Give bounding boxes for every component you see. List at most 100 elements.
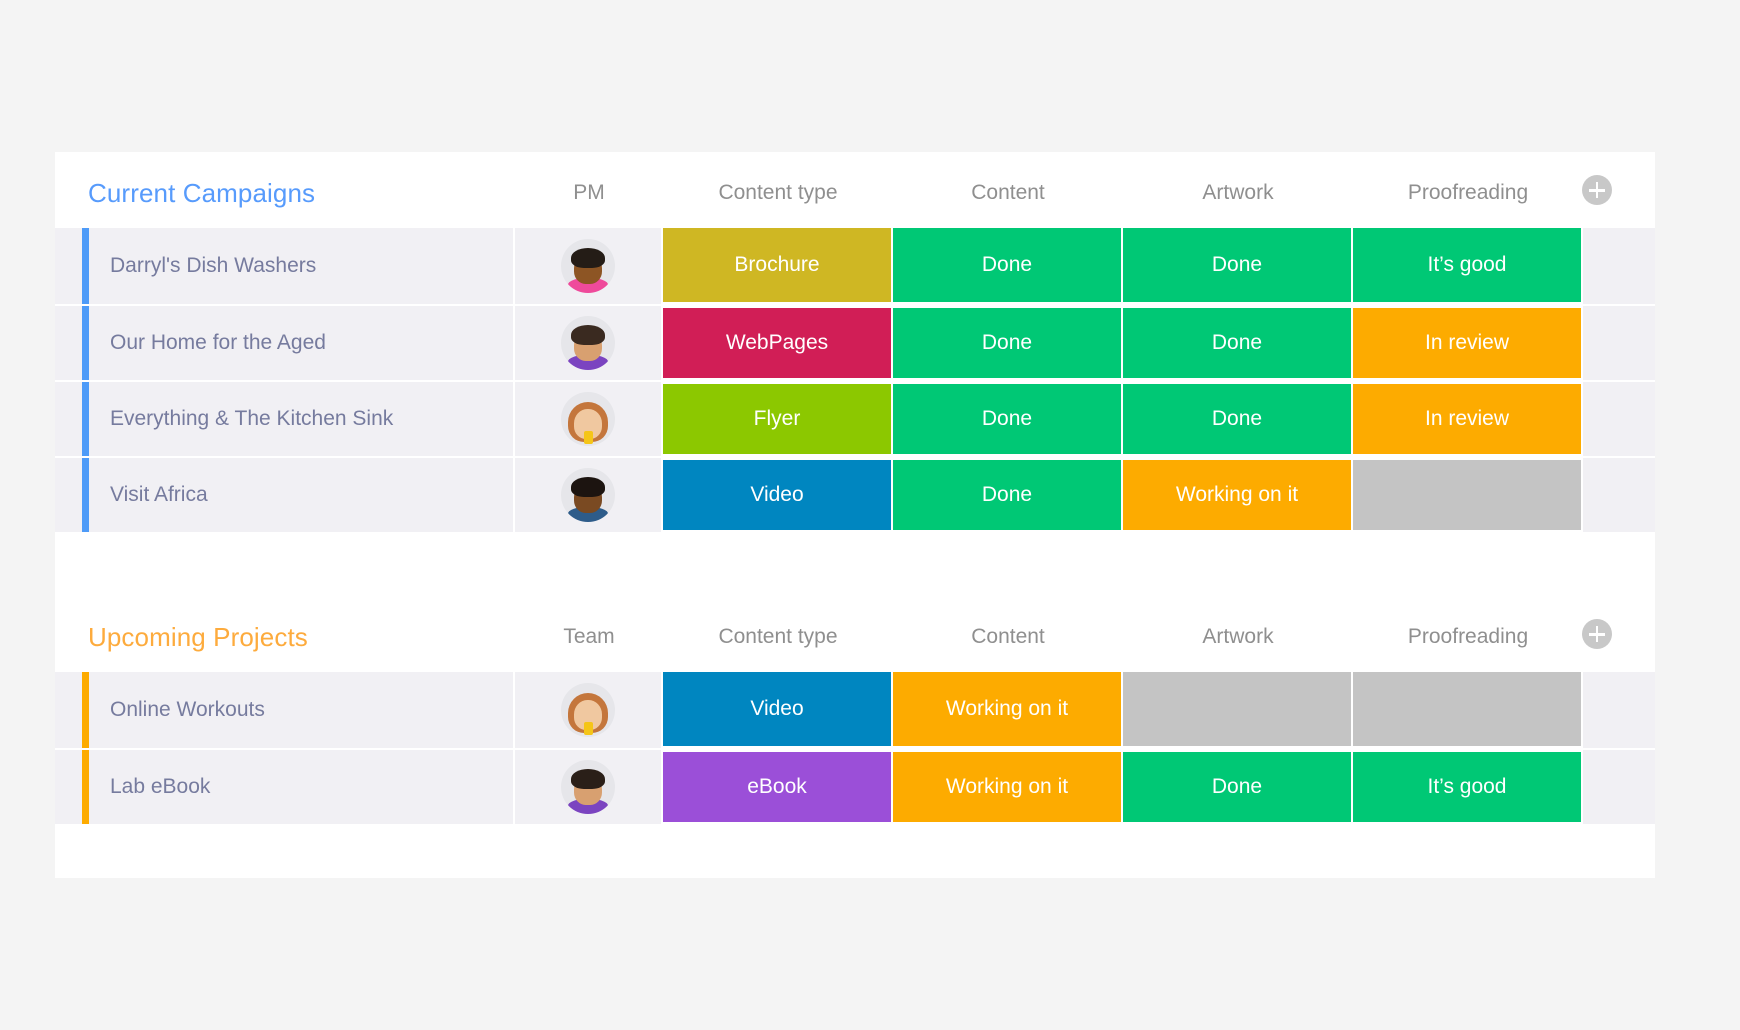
cell-content-type[interactable]: Video — [663, 672, 893, 748]
cell-content[interactable]: Working on it — [893, 672, 1123, 748]
column-header-artwork[interactable]: Artwork — [1123, 180, 1353, 206]
board-canvas: Current Campaigns PM Content type Conten… — [55, 152, 1655, 878]
cell-proofreading[interactable]: It’s good — [1353, 750, 1583, 824]
row-person-cell[interactable] — [515, 228, 663, 304]
cell-artwork[interactable] — [1123, 672, 1353, 748]
row-person-cell[interactable] — [515, 306, 663, 380]
cell-label: In review — [1424, 407, 1510, 430]
cell-label: Done — [1211, 775, 1263, 798]
column-header-content-type[interactable]: Content type — [663, 180, 893, 206]
avatar — [561, 683, 615, 737]
cell-label: Video — [750, 483, 804, 506]
row-tail-cell[interactable] — [1583, 228, 1655, 304]
row-person-cell[interactable] — [515, 382, 663, 456]
cell-label: eBook — [747, 775, 807, 798]
column-header-person[interactable]: Team — [515, 624, 663, 650]
cell-label: Done — [981, 331, 1033, 354]
cell-label: WebPages — [725, 331, 829, 354]
column-header-proofreading[interactable]: Proofreading — [1353, 624, 1583, 650]
column-header-content[interactable]: Content — [893, 624, 1123, 650]
cell-label: Video — [750, 697, 804, 720]
row-name-cell[interactable]: Everything & The Kitchen Sink — [89, 382, 515, 456]
table-row[interactable]: Online Workouts Video Working on it — [55, 672, 1655, 748]
cell-label: Flyer — [753, 407, 801, 430]
column-header-artwork[interactable]: Artwork — [1123, 624, 1353, 650]
cell-content[interactable]: Done — [893, 306, 1123, 380]
cell-proofreading[interactable] — [1353, 672, 1583, 748]
row-tail-cell[interactable] — [1583, 672, 1655, 748]
cell-proofreading[interactable]: In review — [1353, 306, 1583, 380]
cell-content[interactable]: Done — [893, 228, 1123, 304]
cell-content[interactable]: Done — [893, 458, 1123, 532]
cell-content[interactable]: Done — [893, 382, 1123, 456]
avatar-hair — [571, 248, 605, 268]
row-name-label: Our Home for the Aged — [110, 331, 326, 354]
avatar — [561, 468, 615, 522]
row-name-cell[interactable]: Online Workouts — [89, 672, 515, 748]
group-title[interactable]: Current Campaigns — [88, 178, 315, 208]
board-group-current-campaigns: Current Campaigns PM Content type Conten… — [55, 152, 1655, 532]
cell-proofreading[interactable] — [1353, 458, 1583, 532]
group-header: Current Campaigns PM Content type Conten… — [55, 152, 1655, 228]
column-header-content-type[interactable]: Content type — [663, 624, 893, 650]
table-row[interactable]: Lab eBook eBook Working on it Done It’s … — [55, 748, 1655, 824]
row-tail-cell[interactable] — [1583, 382, 1655, 456]
cell-content-type[interactable]: Flyer — [663, 382, 893, 456]
table-row[interactable]: Visit Africa Video Done Working on it — [55, 456, 1655, 532]
row-name-label: Everything & The Kitchen Sink — [110, 407, 394, 430]
cell-label: Done — [981, 407, 1033, 430]
cell-proofreading[interactable]: It’s good — [1353, 228, 1583, 304]
cell-artwork[interactable]: Done — [1123, 750, 1353, 824]
row-accent-bar — [82, 382, 89, 456]
cell-artwork[interactable]: Done — [1123, 382, 1353, 456]
avatar — [561, 392, 615, 446]
row-accent-bar — [82, 672, 89, 748]
cell-content-type[interactable]: Video — [663, 458, 893, 532]
cell-label: Done — [1211, 253, 1263, 276]
add-column-icon[interactable] — [1582, 619, 1612, 649]
cell-label: Brochure — [734, 253, 820, 276]
cell-artwork[interactable]: Done — [1123, 306, 1353, 380]
column-header-person[interactable]: PM — [515, 180, 663, 206]
cell-label: Done — [1211, 407, 1263, 430]
cell-label: In review — [1424, 331, 1510, 354]
column-header-proofreading[interactable]: Proofreading — [1353, 180, 1583, 206]
cell-label: Working on it — [1175, 483, 1299, 506]
group-header: Upcoming Projects Team Content type Cont… — [55, 596, 1655, 672]
row-tail-cell[interactable] — [1583, 750, 1655, 824]
table-row[interactable]: Darryl's Dish Washers Brochure Done Done… — [55, 228, 1655, 304]
row-name-label: Darryl's Dish Washers — [110, 254, 317, 277]
avatar — [561, 760, 615, 814]
row-accent-bar — [82, 306, 89, 380]
row-name-cell[interactable]: Darryl's Dish Washers — [89, 228, 515, 304]
table-row[interactable]: Everything & The Kitchen Sink Flyer Done — [55, 380, 1655, 456]
cell-artwork[interactable]: Working on it — [1123, 458, 1353, 532]
row-person-cell[interactable] — [515, 750, 663, 824]
row-name-cell[interactable]: Lab eBook — [89, 750, 515, 824]
row-person-cell[interactable] — [515, 672, 663, 748]
cell-artwork[interactable]: Done — [1123, 228, 1353, 304]
group-title[interactable]: Upcoming Projects — [88, 622, 308, 652]
cell-label: Working on it — [945, 697, 1069, 720]
row-name-label: Online Workouts — [110, 698, 265, 721]
cell-content-type[interactable]: WebPages — [663, 306, 893, 380]
avatar-hair — [571, 769, 605, 789]
cell-content-type[interactable]: eBook — [663, 750, 893, 824]
row-tail-cell[interactable] — [1583, 458, 1655, 532]
row-name-cell[interactable]: Visit Africa — [89, 458, 515, 532]
avatar-accent — [583, 722, 593, 735]
row-accent-bar — [82, 228, 89, 304]
column-header-content[interactable]: Content — [893, 180, 1123, 206]
row-person-cell[interactable] — [515, 458, 663, 532]
cell-proofreading[interactable]: In review — [1353, 382, 1583, 456]
group-rows: Online Workouts Video Working on it Lab … — [55, 672, 1655, 824]
board-group-upcoming-projects: Upcoming Projects Team Content type Cont… — [55, 596, 1655, 824]
cell-label: Done — [981, 253, 1033, 276]
cell-content[interactable]: Working on it — [893, 750, 1123, 824]
cell-content-type[interactable]: Brochure — [663, 228, 893, 304]
row-name-cell[interactable]: Our Home for the Aged — [89, 306, 515, 380]
add-column-icon[interactable] — [1582, 175, 1612, 205]
row-tail-cell[interactable] — [1583, 306, 1655, 380]
table-row[interactable]: Our Home for the Aged WebPages Done Done… — [55, 304, 1655, 380]
cell-label: Done — [1211, 331, 1263, 354]
